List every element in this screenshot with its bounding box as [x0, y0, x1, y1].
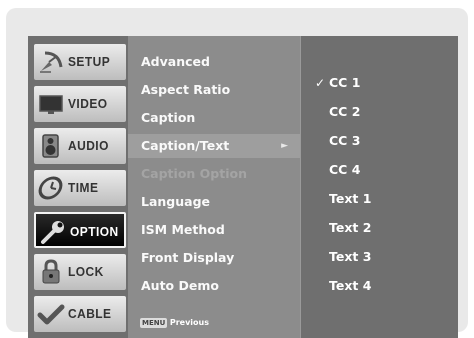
clock-icon — [38, 176, 63, 200]
option-label: Text 3 — [329, 249, 372, 264]
tab-setup[interactable]: SETUP — [34, 44, 126, 80]
menu-item-label: Auto Demo — [141, 278, 219, 293]
menu-item-label: Front Display — [141, 250, 235, 265]
option-label: Text 4 — [329, 278, 372, 293]
tab-label: SETUP — [68, 54, 111, 69]
menu-item-language[interactable]: Language — [128, 190, 300, 214]
option-menu: SETUP VIDEO AUDIO TIME OPTION LOCK CABLE… — [28, 36, 458, 338]
tab-cable[interactable]: CABLE — [34, 296, 126, 332]
menu-item-caption[interactable]: Caption — [128, 106, 300, 130]
footer-hint: Previous — [169, 318, 209, 327]
option-text2[interactable]: Text 2 — [301, 215, 459, 241]
tab-audio[interactable]: AUDIO — [34, 128, 126, 164]
option-label: Text 2 — [329, 220, 372, 235]
menu-item-label: Caption/Text — [141, 138, 230, 153]
option-submenu: Advanced Aspect Ratio Caption Caption/Te… — [128, 36, 300, 338]
tv-frame: SETUP VIDEO AUDIO TIME OPTION LOCK CABLE… — [6, 8, 468, 338]
option-cc1[interactable]: ✓ CC 1 — [301, 70, 459, 96]
menu-item-aspect-ratio[interactable]: Aspect Ratio — [128, 78, 300, 102]
screen: SETUP VIDEO AUDIO TIME OPTION LOCK CABLE… — [0, 0, 474, 338]
menu-key-icon: MENU — [140, 318, 168, 328]
option-label: CC 4 — [329, 162, 361, 177]
option-cc3[interactable]: CC 3 — [301, 128, 459, 154]
option-cc2[interactable]: CC 2 — [301, 99, 459, 125]
tab-label: VIDEO — [68, 96, 108, 111]
menu-item-advanced[interactable]: Advanced — [128, 50, 300, 74]
option-label: CC 3 — [329, 133, 361, 148]
option-label: Text 1 — [329, 191, 372, 206]
monitor-icon — [39, 95, 63, 114]
menu-item-ism-method[interactable]: ISM Method — [128, 218, 300, 242]
satellite-dish-icon — [40, 51, 63, 73]
submenu-arrow-icon: ► — [281, 141, 288, 151]
menu-item-label: Caption — [141, 110, 196, 125]
tab-time[interactable]: TIME — [34, 170, 126, 206]
checkmark-icon: ✓ — [315, 76, 326, 90]
menu-item-label: Caption Option — [141, 166, 247, 181]
menu-item-front-display[interactable]: Front Display — [128, 246, 300, 270]
category-tabs: SETUP VIDEO AUDIO TIME OPTION LOCK CABLE — [28, 36, 128, 338]
menu-item-label: Aspect Ratio — [141, 82, 231, 97]
menu-item-caption-option: Caption Option — [128, 162, 300, 186]
wrench-icon — [41, 221, 64, 244]
tab-label: CABLE — [68, 306, 112, 321]
option-text1[interactable]: Text 1 — [301, 186, 459, 212]
menu-footer: MENU Previous — [140, 316, 209, 330]
padlock-icon — [42, 259, 60, 284]
speaker-icon — [42, 134, 59, 158]
menu-item-caption-text[interactable]: Caption/Text ► — [128, 134, 300, 158]
tab-label: OPTION — [70, 224, 119, 239]
option-label: CC 1 — [329, 75, 361, 90]
tab-label: LOCK — [68, 264, 104, 279]
tab-label: TIME — [68, 180, 99, 195]
cable-icon — [37, 304, 65, 325]
tab-video[interactable]: VIDEO — [34, 86, 126, 122]
option-label: CC 2 — [329, 104, 361, 119]
option-text3[interactable]: Text 3 — [301, 244, 459, 270]
option-cc4[interactable]: CC 4 — [301, 157, 459, 183]
tab-lock[interactable]: LOCK — [34, 254, 126, 290]
option-text4[interactable]: Text 4 — [301, 273, 459, 299]
menu-item-label: Advanced — [141, 54, 210, 69]
menu-item-label: ISM Method — [141, 222, 225, 237]
menu-item-label: Language — [141, 194, 211, 209]
tab-label: AUDIO — [68, 138, 109, 153]
menu-item-auto-demo[interactable]: Auto Demo — [128, 274, 300, 298]
tab-option[interactable]: OPTION — [34, 212, 126, 248]
caption-options-panel: ✓ CC 1 CC 2 CC 3 CC 4 Text 1 Text 2 Text… — [300, 36, 458, 338]
